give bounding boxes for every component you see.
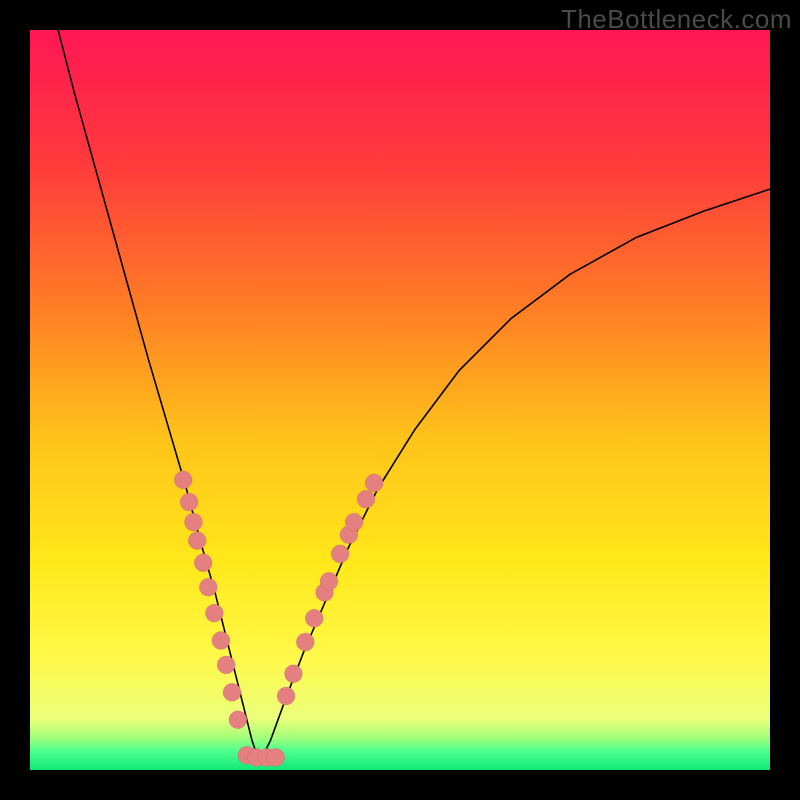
plot-area [30,30,770,770]
curve-marker [185,513,203,531]
watermark-text: TheBottleneck.com [561,4,792,35]
curve-marker [199,578,217,596]
curve-marker [277,687,295,705]
curve-marker [305,609,323,627]
curve-marker [365,474,383,492]
curve-marker [296,633,314,651]
curve-marker [188,532,206,550]
curve-marker [345,513,363,531]
curve-marker [212,632,230,650]
chart-frame: TheBottleneck.com [0,0,800,800]
curve-marker [194,554,212,572]
curve-marker [217,656,235,674]
curve-marker [205,604,223,622]
curve-marker [331,545,349,563]
curve-marker [357,490,375,508]
bottleneck-curve [58,30,770,763]
curve-marker [174,471,192,489]
curve-marker [284,665,302,683]
curve-marker [180,493,198,511]
curve-marker [223,683,241,701]
marker-group [174,471,383,767]
curve-marker [267,748,285,766]
chart-svg [30,30,770,770]
curve-marker [320,572,338,590]
curve-marker [229,711,247,729]
